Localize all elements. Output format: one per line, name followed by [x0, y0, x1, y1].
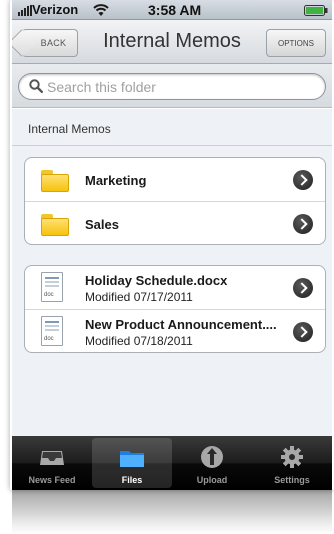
file-type-tag: doc: [44, 292, 54, 298]
tab-bar: News Feed Files Upload Settings: [12, 436, 332, 490]
carrier-name: Verizon: [32, 2, 79, 17]
back-arrow-shape: [12, 28, 37, 58]
page-title: Internal Memos: [103, 30, 241, 52]
back-button[interactable]: BACK: [12, 28, 78, 58]
file-name: Holiday Schedule.docx: [85, 273, 228, 288]
tab-bar-reflection: [12, 490, 332, 534]
section-header: Internal Memos: [28, 122, 111, 136]
folder-content: Internal Memos Marketing Sales doc Holid…: [12, 109, 332, 436]
tab-files[interactable]: Files: [92, 438, 172, 488]
wifi-icon: [93, 4, 109, 16]
doc-icon: doc: [41, 316, 63, 346]
file-modified-date: Modified 07/17/2011: [85, 290, 193, 304]
signal-icon: [18, 5, 32, 16]
file-modified-date: Modified 07/18/2011: [85, 334, 193, 348]
file-row-holiday-schedule[interactable]: doc Holiday Schedule.docx Modified 07/17…: [25, 266, 325, 310]
file-type-tag: doc: [44, 336, 54, 342]
file-row-new-product-announcement[interactable]: doc New Product Announcement.... Modifie…: [25, 310, 325, 352]
file-list: doc Holiday Schedule.docx Modified 07/17…: [24, 265, 326, 353]
reflection-fade: [12, 490, 332, 534]
folder-name: Sales: [85, 217, 119, 232]
folder-row-sales[interactable]: Sales: [25, 202, 325, 244]
tab-settings[interactable]: Settings: [252, 438, 332, 488]
battery-icon: [304, 5, 328, 16]
upload-icon: [201, 446, 223, 468]
file-name: New Product Announcement....: [85, 317, 277, 332]
navigation-bar: BACK Internal Memos OPTIONS: [12, 20, 332, 64]
folder-list: Marketing Sales: [24, 157, 326, 245]
search-icon: [29, 79, 43, 93]
back-button-label: BACK: [40, 38, 67, 48]
tab-label: News Feed: [28, 475, 76, 485]
folder-icon: [120, 451, 144, 467]
disclosure-chevron-icon[interactable]: [293, 278, 313, 298]
phone-screen: Verizon 3:58 AM BACK Internal Memos OPTI…: [12, 0, 332, 490]
search-input[interactable]: [47, 74, 317, 99]
tab-label: Settings: [274, 475, 310, 485]
disclosure-chevron-icon[interactable]: [293, 322, 313, 342]
tab-label: Files: [121, 475, 143, 485]
status-time: 3:58 AM: [148, 2, 202, 18]
section-divider: [12, 145, 332, 146]
folder-row-marketing[interactable]: Marketing: [25, 158, 325, 202]
search-field[interactable]: [18, 73, 326, 100]
disclosure-chevron-icon[interactable]: [293, 170, 313, 190]
inbox-icon: [40, 451, 64, 465]
tab-upload[interactable]: Upload: [172, 438, 252, 488]
search-bar: [12, 64, 332, 108]
folder-name: Marketing: [85, 173, 147, 188]
disclosure-chevron-icon[interactable]: [293, 214, 313, 234]
gear-icon: [281, 446, 303, 468]
folder-icon: [41, 214, 69, 236]
tab-label: Upload: [196, 475, 228, 485]
doc-icon: doc: [41, 272, 63, 302]
status-bar: Verizon 3:58 AM: [12, 0, 332, 20]
folder-icon: [41, 170, 69, 192]
tab-news-feed[interactable]: News Feed: [12, 438, 92, 488]
options-button[interactable]: OPTIONS: [266, 29, 326, 57]
